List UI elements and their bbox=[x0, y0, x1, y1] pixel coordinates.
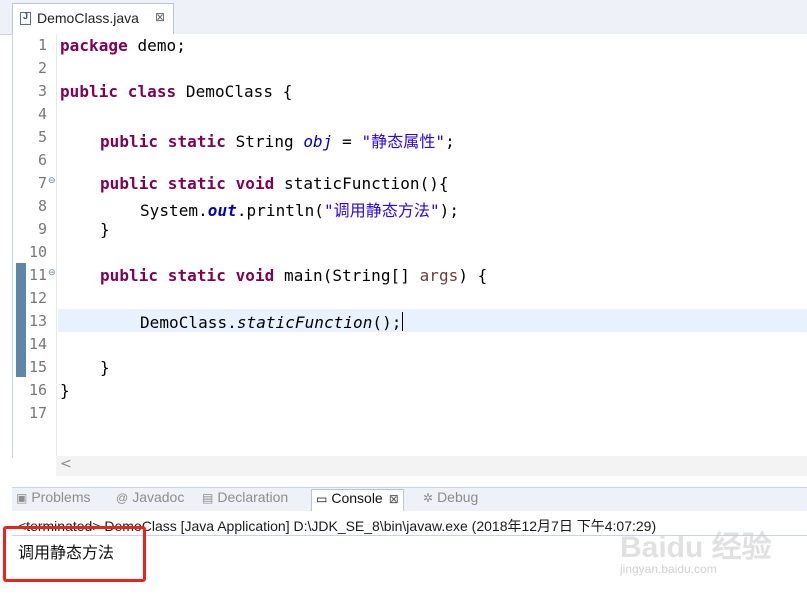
code-text: DemoClass { bbox=[176, 82, 293, 101]
close-tab-icon[interactable]: ⊠ bbox=[389, 492, 399, 506]
line-number: 13 bbox=[28, 312, 47, 330]
static-method-call: staticFunction bbox=[236, 313, 373, 332]
code-text: (); bbox=[372, 313, 402, 332]
watermark-url: jingyan.baidu.com bbox=[620, 562, 717, 576]
fold-collapse-icon[interactable]: ⊖ bbox=[48, 176, 56, 186]
keyword: public bbox=[100, 174, 159, 193]
at-sign-icon: @ bbox=[116, 491, 129, 505]
code-line-15: } bbox=[100, 358, 110, 377]
code-text: .println( bbox=[236, 201, 324, 220]
tab-label: Console bbox=[331, 490, 383, 506]
tab-label: Problems bbox=[31, 489, 91, 505]
line-number: 1 bbox=[37, 36, 47, 54]
keyword: static bbox=[167, 174, 226, 193]
string-literal: "静态属性" bbox=[361, 132, 446, 151]
code-line-3: public class DemoClass { bbox=[60, 82, 292, 101]
fold-collapse-icon[interactable]: ⊖ bbox=[48, 268, 56, 278]
bug-icon: ✲ bbox=[423, 491, 434, 505]
code-line-13: DemoClass.staticFunction(); bbox=[140, 312, 404, 332]
tab-label: Debug bbox=[437, 489, 479, 505]
horizontal-scrollbar[interactable]: < bbox=[56, 456, 807, 476]
field-name: obj bbox=[303, 132, 333, 151]
keyword: static bbox=[167, 132, 226, 151]
line-number: 9 bbox=[37, 220, 47, 238]
code-text: ) { bbox=[458, 266, 488, 285]
code-text: ; bbox=[445, 132, 455, 151]
declaration-icon: ▤ bbox=[202, 491, 214, 505]
tab-problems[interactable]: ▣ Problems bbox=[16, 489, 90, 511]
line-number: 3 bbox=[37, 82, 47, 100]
static-field: out bbox=[207, 201, 237, 220]
line-number: 2 bbox=[37, 59, 47, 77]
tab-debug[interactable]: ✲ Debug bbox=[423, 489, 478, 511]
code-text: String bbox=[225, 132, 304, 151]
code-editor[interactable]: 1 2 3 4 5 6 7 8 9 10 11 12 13 14 15 16 1… bbox=[12, 34, 807, 458]
line-number: 10 bbox=[28, 243, 47, 261]
tab-label: Javadoc bbox=[132, 489, 185, 505]
code-text: main(String[] bbox=[274, 266, 420, 285]
line-number: 7 bbox=[37, 174, 47, 192]
keyword: package bbox=[60, 36, 128, 55]
annotation-highlight-box bbox=[3, 526, 146, 582]
keyword: public bbox=[100, 266, 159, 285]
code-text: = bbox=[332, 132, 362, 151]
keyword: static bbox=[167, 266, 226, 285]
code-line-16: } bbox=[60, 381, 70, 400]
line-number: 14 bbox=[28, 335, 47, 353]
tab-declaration[interactable]: ▤ Declaration bbox=[202, 489, 288, 511]
code-text: demo; bbox=[127, 36, 186, 55]
code-line-5: public static String obj = "静态属性"; bbox=[100, 128, 455, 152]
console-icon: ▭ bbox=[316, 492, 328, 506]
line-number-gutter: 1 2 3 4 5 6 7 8 9 10 11 12 13 14 15 16 1… bbox=[13, 34, 57, 458]
code-line-8: System.out.println("调用静态方法"); bbox=[140, 197, 459, 221]
line-number: 15 bbox=[28, 358, 47, 376]
code-line-9: } bbox=[100, 220, 110, 239]
watermark-logo: Baidu 经验 bbox=[620, 531, 772, 564]
line-number: 8 bbox=[37, 197, 47, 215]
text-caret bbox=[402, 312, 404, 331]
code-line-11: public static void main(String[] args) { bbox=[100, 266, 487, 285]
keyword: void bbox=[235, 266, 275, 285]
close-tab-icon[interactable]: ⊠ bbox=[155, 10, 165, 24]
java-file-icon bbox=[20, 11, 31, 25]
code-text: staticFunction(){ bbox=[274, 174, 449, 193]
line-number: 6 bbox=[37, 151, 47, 169]
tab-console[interactable]: ▭ Console ⊠ bbox=[311, 489, 404, 511]
editor-tab-label: DemoClass.java bbox=[37, 10, 139, 26]
keyword: public bbox=[100, 132, 159, 151]
tab-javadoc[interactable]: @ Javadoc bbox=[116, 489, 184, 511]
line-number: 17 bbox=[28, 404, 47, 422]
line-number: 16 bbox=[28, 381, 47, 399]
problems-icon: ▣ bbox=[16, 491, 28, 505]
code-text: System. bbox=[140, 201, 208, 220]
line-number: 12 bbox=[28, 289, 47, 307]
code-text: DemoClass. bbox=[140, 313, 237, 332]
line-number: 11 bbox=[28, 266, 47, 284]
code-text: ); bbox=[439, 201, 460, 220]
code-line-1: package demo; bbox=[60, 36, 186, 55]
editor-tab-bar: DemoClass.java ⊠ bbox=[0, 0, 807, 35]
panel-tab-bar: ▣ Problems @ Javadoc ▤ Declaration ▭ Console… bbox=[12, 487, 807, 511]
parameter-name: args bbox=[419, 266, 459, 285]
line-number: 5 bbox=[37, 128, 47, 146]
scroll-left-icon[interactable]: < bbox=[60, 456, 72, 472]
code-line-7: public static void staticFunction(){ bbox=[100, 174, 449, 193]
line-number: 4 bbox=[37, 105, 47, 123]
string-literal: "调用静态方法" bbox=[324, 201, 440, 220]
tab-label: Declaration bbox=[217, 489, 289, 505]
keyword: class bbox=[127, 82, 177, 101]
keyword: public bbox=[60, 82, 119, 101]
editor-tab-democlass[interactable]: DemoClass.java ⊠ bbox=[12, 3, 174, 34]
keyword: void bbox=[235, 174, 275, 193]
